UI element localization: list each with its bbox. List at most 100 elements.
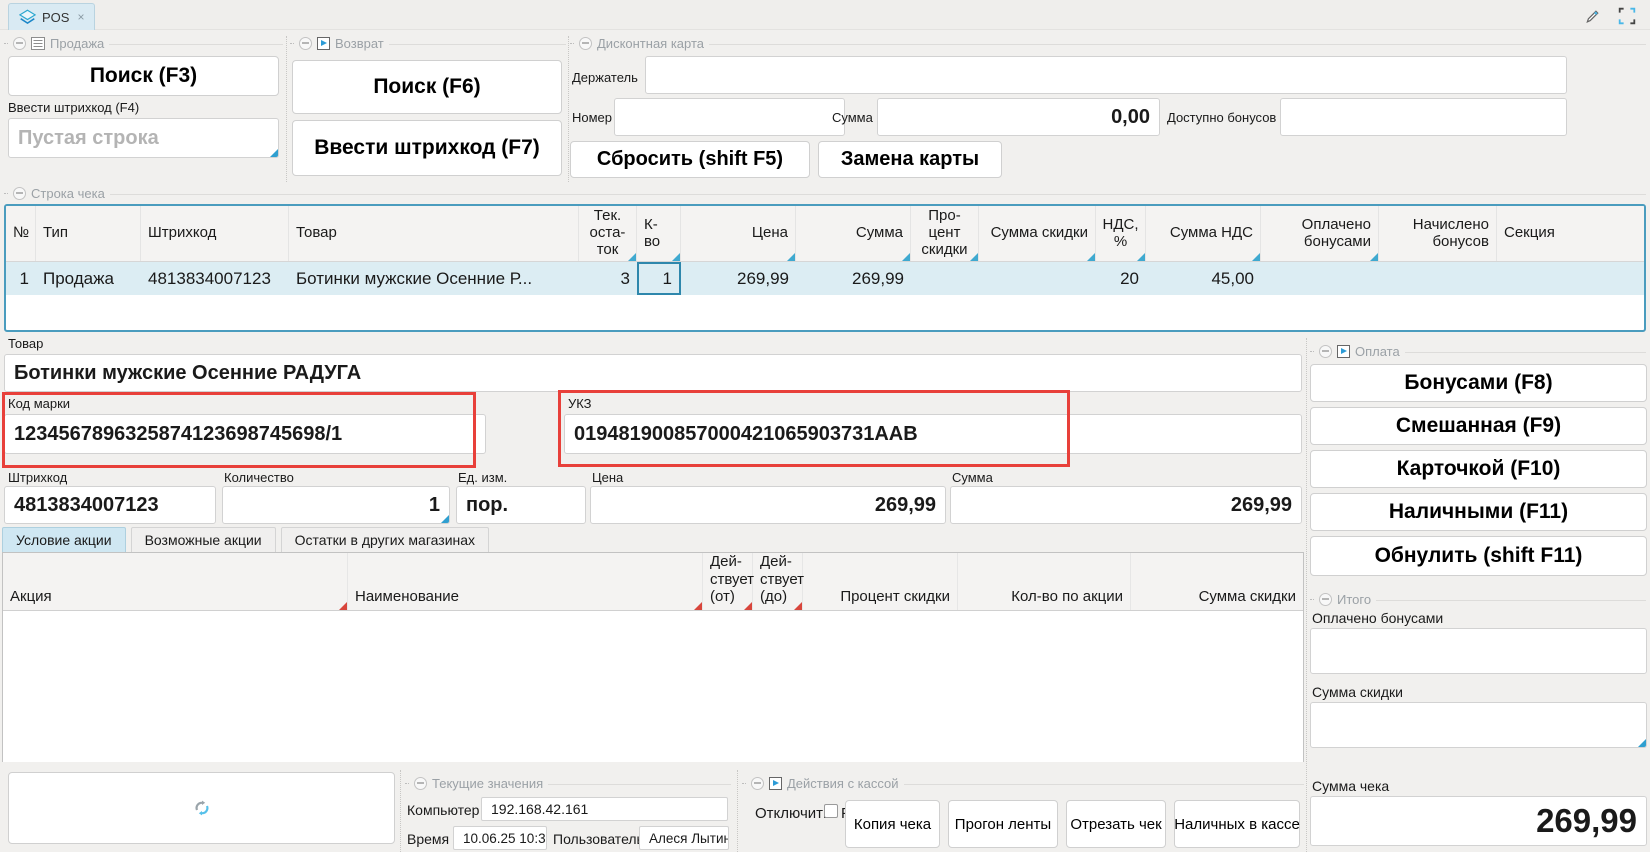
card-number-field[interactable] [614,98,845,136]
tab-other-stores-stock[interactable]: Остатки в других магазинах [281,527,489,552]
col-header-paid-bonus[interactable]: Оплачено бонусами [1261,206,1379,261]
tab-pos[interactable]: POS × [8,3,95,30]
collapse-icon[interactable] [1319,345,1332,358]
return-barcode-button[interactable]: Ввести штрихкод (F7) [292,120,562,176]
pay-cash-button[interactable]: Наличными (F11) [1310,493,1647,531]
promo-col-action[interactable]: Акция [3,553,348,610]
sale-barcode-input[interactable]: Пустая строка [8,118,279,158]
user-field[interactable]: Алеся Лытина [639,826,729,850]
cell-product[interactable]: Ботинки мужские Осенние Р... [289,262,579,295]
cell-discount-pct[interactable] [911,262,979,295]
cell-paid-bonus[interactable] [1261,262,1379,295]
col-header-accrued-bonus[interactable]: Начислено бонусов [1379,206,1497,261]
card-replace-button[interactable]: Замена карты [818,141,1002,178]
card-reset-button[interactable]: Сбросить (shift F5) [570,141,810,178]
play-icon[interactable] [769,777,782,790]
cell-num[interactable]: 1 [6,262,36,295]
item-barcode-field[interactable]: 4813834007123 [4,486,216,524]
collapse-icon[interactable] [579,37,592,50]
col-header-qty[interactable]: К-во [637,206,681,261]
card-amount-field[interactable]: 0,00 [877,98,1160,136]
cash-in-drawer-button[interactable]: Наличных в кассе [1174,800,1300,848]
cut-receipt-button[interactable]: Отрезать чек [1066,800,1166,848]
col-header-barcode[interactable]: Штрихкод [141,206,289,261]
pay-card-button[interactable]: Карточкой (F10) [1310,450,1647,488]
cell-section[interactable] [1497,262,1644,295]
cell-price[interactable]: 269,99 [681,262,796,295]
col-header-num[interactable]: № [6,206,36,261]
promo-col-valid-to[interactable]: Дей-ствует (до) [753,553,803,610]
total-discount-field[interactable] [1310,702,1647,748]
sale-barcode-label: Ввести штрихкод (F4) [8,100,139,115]
play-icon[interactable] [317,37,330,50]
disable-checkbox[interactable] [824,804,838,818]
col-header-stock[interactable]: Тек. оста-ток [579,206,637,261]
tab-label: POS [42,10,69,25]
promo-col-name[interactable]: Наименование [348,553,703,610]
pay-bonus-button[interactable]: Бонусами (F8) [1310,364,1647,402]
item-sum-field[interactable]: 269,99 [950,486,1302,524]
collapse-icon[interactable] [13,37,26,50]
cell-barcode[interactable]: 4813834007123 [141,262,289,295]
tab-close-icon[interactable]: × [77,10,84,24]
mark-code-field[interactable]: 1234567896325874123698745698/1 [4,414,486,454]
group-title: Итого [1337,592,1371,607]
check-sum-field[interactable]: 269,99 [1310,796,1647,846]
collapse-icon[interactable] [751,777,764,790]
collapse-icon[interactable] [414,777,427,790]
cell-vat-sum[interactable]: 45,00 [1146,262,1261,295]
promo-col-valid-from[interactable]: Дей-ствует (от) [703,553,753,610]
collapse-icon[interactable] [1319,593,1332,606]
receipt-copy-button[interactable]: Копия чека [845,800,940,848]
promo-col-discount-sum[interactable]: Сумма скидки [1131,553,1303,610]
holder-field[interactable] [645,56,1567,94]
ukz-field[interactable]: 019481900857000421065903731AAB [564,414,1302,454]
pay-mixed-button[interactable]: Смешанная (F9) [1310,407,1647,445]
col-header-type[interactable]: Тип [36,206,141,261]
refresh-button[interactable] [8,772,395,844]
tape-feed-button[interactable]: Прогон ленты [948,800,1058,848]
receipt-row[interactable]: 1 Продажа 4813834007123 Ботинки мужские … [6,262,1644,295]
pay-reset-button[interactable]: Обнулить (shift F11) [1310,536,1647,576]
unit-field[interactable]: пор. [456,486,586,524]
unit-label: Ед. изм. [458,470,507,485]
edit-pencil-icon[interactable] [1584,7,1602,25]
sale-search-button[interactable]: Поиск (F3) [8,56,279,96]
cell-sum[interactable]: 269,99 [796,262,911,295]
computer-field[interactable]: 192.168.42.161 [481,797,728,821]
play-icon[interactable] [1337,345,1350,358]
tab-promo-conditions[interactable]: Условие акции [2,527,126,552]
available-bonus-field[interactable] [1280,98,1567,136]
price-field[interactable]: 269,99 [590,486,946,524]
group-title: Текущие значения [432,776,543,791]
item-sum-label: Сумма [952,470,993,485]
promo-col-qty[interactable]: Кол-во по акции [958,553,1131,610]
promo-table: Акция Наименование Дей-ствует (от) Дей-с… [2,552,1304,762]
fullscreen-icon[interactable] [1618,7,1636,25]
col-header-discount-pct[interactable]: Про-цент скидки [911,206,979,261]
time-field[interactable]: 10.06.25 10:31 [453,826,547,850]
tab-promo-possible[interactable]: Возможные акции [131,527,276,552]
qty-field[interactable]: 1 [222,486,450,524]
col-header-vat-pct[interactable]: НДС, % [1096,206,1146,261]
col-header-sum[interactable]: Сумма [796,206,911,261]
col-header-product[interactable]: Товар [289,206,579,261]
paid-bonus-field[interactable] [1310,628,1647,674]
holder-label: Держатель [572,70,638,85]
cell-type[interactable]: Продажа [36,262,141,295]
col-header-vat-sum[interactable]: Сумма НДС [1146,206,1261,261]
group-title: Дисконтная карта [597,36,704,51]
collapse-icon[interactable] [299,37,312,50]
cell-vat-pct[interactable]: 20 [1096,262,1146,295]
col-header-discount-sum[interactable]: Сумма скидки [979,206,1096,261]
promo-col-discount-pct[interactable]: Процент скидки [803,553,958,610]
cell-discount-sum[interactable] [979,262,1096,295]
cell-qty-focused[interactable]: 1 [637,262,681,295]
collapse-icon[interactable] [13,187,26,200]
product-name-field[interactable]: Ботинки мужские Осенние РАДУГА [4,354,1302,392]
return-search-button[interactable]: Поиск (F6) [292,60,562,114]
col-header-price[interactable]: Цена [681,206,796,261]
cell-stock[interactable]: 3 [579,262,637,295]
col-header-section[interactable]: Секция [1497,206,1644,261]
cell-accrued-bonus[interactable] [1379,262,1497,295]
